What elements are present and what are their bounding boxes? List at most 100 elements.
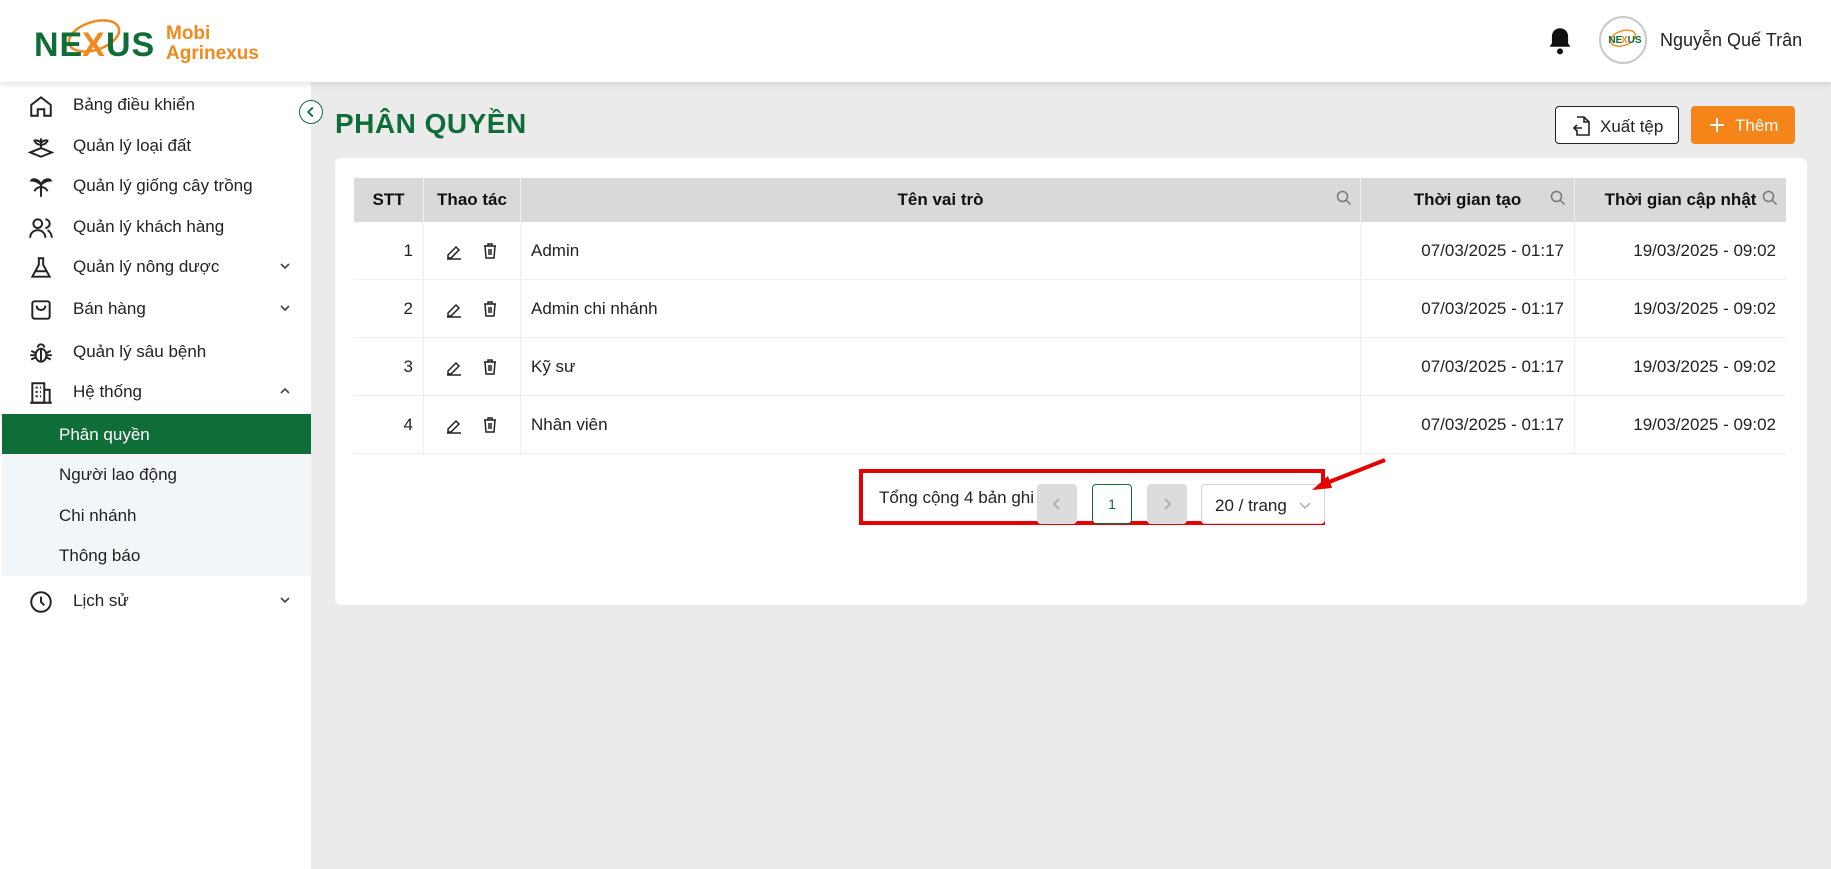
top-header: NE X US Mobi Agrinexus NE X US Nguyễn Qu… [0,0,1831,82]
sidebar-item-label: Quản lý khách hàng [73,217,225,236]
sidebar: Bảng điều khiển Quản lý loại đất Quản lý… [0,82,311,869]
export-button[interactable]: Xuất tệp [1555,106,1679,144]
sidebar-item-label: Bảng điều khiển [73,95,195,114]
home-icon [30,96,52,117]
table-row: 2 Admin chi nhánh 07/03/2025 - 01:17 19/… [354,280,1786,338]
export-file-icon [1572,116,1590,136]
sidebar-item-plant-varieties[interactable]: Quản lý giống cây trồng [0,167,311,205]
sidebar-subitem-label: Phân quyền [59,425,150,444]
user-avatar[interactable]: NE X US [1599,16,1647,64]
page-size-label: 20 / trang [1215,496,1287,515]
svg-text:US: US [106,26,154,64]
trash-icon[interactable] [481,242,499,260]
pagination-total: Tổng cộng 4 bản ghi [879,488,1035,507]
brand-line-2: Agrinexus [166,43,259,64]
prev-page-button[interactable] [1037,484,1077,524]
sidebar-item-system[interactable]: Hệ thống [0,373,311,411]
role-name: Admin [521,222,1361,280]
trash-icon[interactable] [481,300,499,318]
created-time: 07/03/2025 - 01:17 [1361,280,1575,338]
plant-icon [29,178,53,197]
updated-time: 19/03/2025 - 09:02 [1633,415,1776,434]
brand-name: Mobi Agrinexus [166,24,259,64]
column-header-label: Thời gian cập nhật [1604,190,1757,209]
trash-icon[interactable] [481,358,499,376]
next-page-button[interactable] [1147,484,1187,524]
user-name[interactable]: Nguyễn Quế Trân [1660,30,1802,51]
edit-icon[interactable] [445,416,463,434]
created-time: 07/03/2025 - 01:17 [1361,396,1575,454]
trash-icon[interactable] [481,416,499,434]
notification-bell-icon[interactable] [1546,26,1574,56]
svg-text:NE: NE [34,26,83,64]
column-header-updated-time: Thời gian cập nhật [1575,178,1786,222]
add-button[interactable]: Thêm [1691,106,1795,144]
svg-text:X: X [82,26,105,64]
sidebar-subitem-label: Người lao động [59,465,177,484]
sidebar-item-label: Quản lý nông dược [73,257,220,276]
sidebar-item-label: Hệ thống [73,382,142,401]
updated-time: 19/03/2025 - 09:02 [1633,241,1776,260]
sidebar-subitem-branches[interactable]: Chi nhánh [2,495,311,535]
sidebar-subitem-notifications[interactable]: Thông báo [2,535,311,575]
sidebar-item-label: Lịch sử [73,591,129,610]
column-header-label: Tên vai trò [897,190,984,209]
sidebar-item-soil-types[interactable]: Quản lý loại đất [0,127,311,165]
sidebar-item-label: Quản lý loại đất [73,136,192,155]
sidebar-subitem-permissions[interactable]: Phân quyền [2,414,311,454]
column-header-label: Thời gian tạo [1413,190,1522,209]
search-icon[interactable] [1550,190,1566,206]
permissions-card: STT Thao tác Tên vai trò Thời gian tạo T… [335,158,1807,605]
sidebar-item-sales[interactable]: Bán hàng [0,290,311,328]
row-index: 2 [354,280,424,338]
sidebar-subitem-label: Thông báo [59,546,141,565]
sidebar-item-customers[interactable]: Quản lý khách hàng [0,208,311,246]
edit-icon[interactable] [445,358,463,376]
sidebar-item-dashboard[interactable]: Bảng điều khiển [0,86,311,124]
sidebar-item-label: Bán hàng [73,299,146,318]
row-actions [424,338,521,396]
sidebar-subitem-label: Chi nhánh [59,506,137,525]
chevron-down-icon [280,305,290,312]
chevron-down-icon [1299,502,1311,509]
role-name: Kỹ sư [521,338,1361,396]
avatar-logo-icon: NE X US [1608,29,1642,47]
collapse-sidebar-icon[interactable] [299,100,323,124]
app-logo[interactable]: NE X US Mobi Agrinexus [34,14,264,70]
sidebar-item-label: Quản lý giống cây trồng [73,176,253,195]
building-icon [30,382,52,404]
edit-icon[interactable] [445,242,463,260]
chevron-left-icon [1052,498,1060,510]
column-header-role-name: Tên vai trò [521,178,1361,222]
chevron-up-icon [280,387,290,394]
brand-line-1: Mobi [166,23,211,44]
role-name: Nhân viên [521,396,1361,454]
export-button-label: Xuất tệp [1600,117,1664,136]
page-number-button[interactable]: 1 [1092,484,1132,524]
users-icon [29,218,53,238]
pagination: Tổng cộng 4 bản ghi 1 20 / trang [859,469,1325,525]
edit-icon[interactable] [445,300,463,318]
row-index: 4 [354,396,424,454]
search-icon[interactable] [1762,190,1778,206]
column-header-created-time: Thời gian tạo [1361,178,1575,222]
page-size-select[interactable]: 20 / trang [1201,484,1325,524]
row-actions [424,222,521,280]
chevron-right-icon [1164,498,1172,510]
sidebar-item-history[interactable]: Lịch sử [0,582,311,620]
sidebar-item-pests[interactable]: Quản lý sâu bệnh [0,333,311,371]
shopping-bag-icon [31,300,51,320]
column-header-actions: Thao tác [424,178,521,222]
row-index: 3 [354,338,424,396]
plus-icon [1710,118,1724,132]
created-time: 07/03/2025 - 01:17 [1361,338,1575,396]
flask-icon [30,257,52,278]
page-title: PHÂN QUYỀN [335,108,527,139]
table-row: 3 Kỹ sư 07/03/2025 - 01:17 19/03/2025 - … [354,338,1786,396]
add-button-label: Thêm [1735,116,1779,135]
search-icon[interactable] [1336,190,1352,206]
chevron-down-icon [280,263,290,270]
sidebar-item-pesticides[interactable]: Quản lý nông dược [0,248,311,286]
sidebar-subitem-workers[interactable]: Người lao động [2,454,311,494]
main-content: PHÂN QUYỀN Xuất tệp Thêm STT Thao tác Tê… [311,82,1831,869]
